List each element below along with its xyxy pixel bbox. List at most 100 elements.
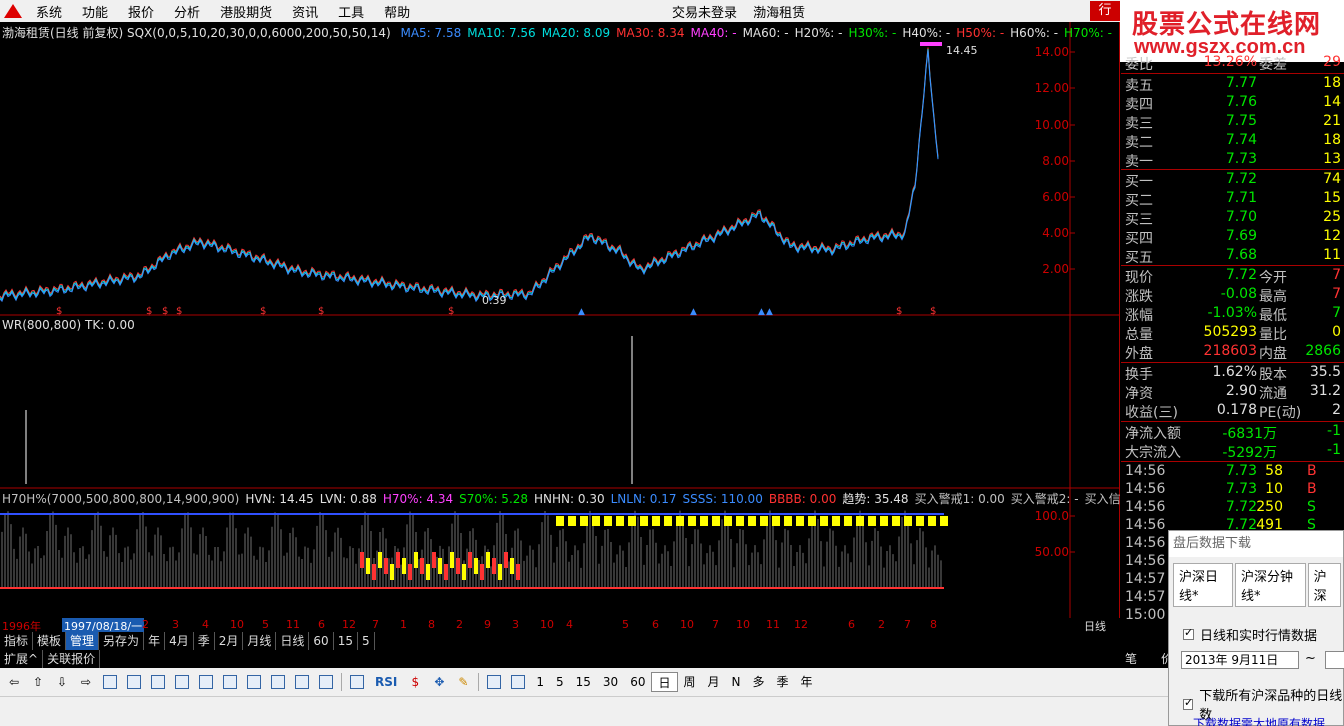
period-quarter-button[interactable]: 季 bbox=[771, 672, 795, 692]
tab-save-as[interactable]: 另存为 bbox=[99, 632, 145, 650]
quote-button[interactable]: 行 bbox=[1090, 1, 1120, 21]
tick-side: S bbox=[1307, 499, 1316, 515]
tab-monthly[interactable]: 月线 bbox=[243, 632, 277, 650]
rsi-button[interactable]: RSI bbox=[369, 672, 403, 692]
table-icon[interactable] bbox=[123, 672, 145, 692]
bid-row[interactable]: 买二 7.71 15 bbox=[1121, 190, 1344, 209]
checkbox-icon[interactable] bbox=[1183, 626, 1194, 640]
stat-row[interactable]: 总量 505293 量比 0 bbox=[1121, 324, 1344, 343]
period-1-button[interactable]: 1 bbox=[530, 672, 550, 692]
menu-analysis[interactable]: 分析 bbox=[164, 2, 210, 21]
tick-row[interactable]: 14:56 7.73 58 B bbox=[1121, 463, 1344, 482]
tab-60[interactable]: 60 bbox=[309, 632, 334, 650]
period-week-button[interactable]: 周 bbox=[678, 672, 702, 692]
tab-4month[interactable]: 4月 bbox=[165, 632, 194, 650]
flow-row[interactable]: 大宗流入 -5292万 -1 bbox=[1121, 442, 1344, 461]
circle-icon[interactable] bbox=[315, 672, 337, 692]
download-info-link[interactable]: 下载数据需太地原有数据 bbox=[1193, 715, 1325, 726]
tab-15[interactable]: 15 bbox=[334, 632, 358, 650]
price-line bbox=[0, 48, 939, 301]
fundamental-icon[interactable] bbox=[219, 672, 241, 692]
pencil-icon[interactable]: ✎ bbox=[452, 672, 474, 692]
tick-row[interactable]: 14:56 7.73 10 B bbox=[1121, 481, 1344, 500]
menu-function[interactable]: 功能 bbox=[72, 2, 118, 21]
checkbox-icon[interactable] bbox=[1183, 696, 1194, 710]
signal-arrow-marker: ▲ bbox=[766, 307, 773, 317]
period-5-button[interactable]: 5 bbox=[550, 672, 570, 692]
chart-canvas[interactable]: $ $ $ $ $ $ $ $ $▲ ▲ ▲ ▲ bbox=[0, 22, 1120, 618]
period-month-button[interactable]: 月 bbox=[702, 672, 726, 692]
tab-manage[interactable]: 管理 bbox=[66, 632, 100, 650]
menu-tools[interactable]: 工具 bbox=[328, 2, 374, 21]
menu-system[interactable]: 系统 bbox=[26, 2, 72, 21]
ask-row[interactable]: 卖四 7.76 14 bbox=[1121, 94, 1344, 113]
tick-row[interactable]: 14:56 7.72 250 S bbox=[1121, 499, 1344, 518]
dollar-icon[interactable]: $ bbox=[404, 672, 426, 692]
tick-volume: 250 bbox=[1256, 499, 1283, 515]
tab-year[interactable]: 年 bbox=[144, 632, 166, 650]
bid-row[interactable]: 买五 7.68 11 bbox=[1121, 247, 1344, 266]
stats-icon[interactable] bbox=[291, 672, 313, 692]
move-icon[interactable]: ✥ bbox=[428, 672, 450, 692]
menu-info[interactable]: 资讯 bbox=[282, 2, 328, 21]
period-60-button[interactable]: 60 bbox=[624, 672, 651, 692]
ask-row[interactable]: 卖三 7.75 21 bbox=[1121, 113, 1344, 132]
stat-row[interactable]: 外盘 218603 内盘 2866 bbox=[1121, 343, 1344, 362]
daily-data-checkbox[interactable]: 日线和实时行情数据 bbox=[1183, 625, 1317, 644]
f12-icon[interactable] bbox=[267, 672, 289, 692]
dialog-tab-minute[interactable]: 沪深分钟线* bbox=[1235, 563, 1306, 607]
chart-area[interactable]: $ $ $ $ $ $ $ $ $ ▲ ▲ ▲ ▲ 渤海租赁(日线 前复权) SQX(0,0,5,10,… bbox=[0, 22, 1167, 618]
tab-trades[interactable]: 笔 bbox=[1125, 650, 1137, 667]
toolbar: ⇦ ⇧ ⇩ ⇨ RSI $ ✥ ✎ 1 5 15 30 60 日 周 月 N 多… bbox=[0, 668, 1344, 696]
period-year-button[interactable]: 年 bbox=[795, 672, 819, 692]
tab-related-quote[interactable]: 关联报价 bbox=[43, 650, 101, 668]
period-n-button[interactable]: N bbox=[726, 672, 747, 692]
tab-2month[interactable]: 2月 bbox=[215, 632, 244, 650]
menu-hk-futures[interactable]: 港股期货 bbox=[210, 2, 282, 21]
period-30-button[interactable]: 30 bbox=[597, 672, 624, 692]
tab-quarter[interactable]: 季 bbox=[194, 632, 215, 650]
flow-row[interactable]: 净流入额 -6831万 -1 bbox=[1121, 423, 1344, 442]
stat-row[interactable]: 涨跌 -0.08 最高 7 bbox=[1121, 286, 1344, 305]
period-day-button[interactable]: 日 bbox=[651, 672, 678, 692]
arrow-up-icon[interactable]: ⇧ bbox=[27, 672, 49, 692]
tab-indicator[interactable]: 指标 bbox=[0, 632, 34, 650]
period-15-button[interactable]: 15 bbox=[570, 672, 597, 692]
tab-template[interactable]: 模板 bbox=[33, 632, 67, 650]
end-date-input[interactable] bbox=[1325, 651, 1344, 669]
compare-icon[interactable] bbox=[243, 672, 265, 692]
ask-row[interactable]: 卖一 7.73 13 bbox=[1121, 151, 1344, 170]
signal-dollar-marker: $ bbox=[162, 306, 168, 317]
stat-row[interactable]: 涨幅 -1.03% 最低 7 bbox=[1121, 305, 1344, 324]
login-status[interactable]: 交易未登录 bbox=[672, 6, 737, 21]
stat-row[interactable]: 现价 7.72 今开 7 bbox=[1121, 267, 1344, 286]
tab-expand[interactable]: 扩展^ bbox=[0, 650, 44, 668]
ask-row[interactable]: 卖二 7.74 18 bbox=[1121, 132, 1344, 151]
bid-row[interactable]: 买四 7.69 12 bbox=[1121, 228, 1344, 247]
bid-row[interactable]: 买一 7.72 74 bbox=[1121, 171, 1344, 190]
dialog-tab-daily[interactable]: 沪深日线* bbox=[1173, 563, 1233, 607]
stat-row[interactable]: 收益(三) 0.178 PE(动) 2 bbox=[1121, 402, 1344, 421]
date-label: 3 bbox=[512, 618, 519, 631]
candle-icon[interactable] bbox=[171, 672, 193, 692]
grid-icon[interactable] bbox=[99, 672, 121, 692]
f10-icon[interactable] bbox=[195, 672, 217, 692]
line-chart-icon[interactable] bbox=[147, 672, 169, 692]
dialog-tab-other[interactable]: 沪深 bbox=[1307, 563, 1341, 607]
stat-row[interactable]: 换手 1.62% 股本 35.5 bbox=[1121, 364, 1344, 383]
arrow-left-icon[interactable]: ⇦ bbox=[3, 672, 25, 692]
bid-row[interactable]: 买三 7.70 25 bbox=[1121, 209, 1344, 228]
period-multi-button[interactable]: 多 bbox=[747, 672, 771, 692]
wave-icon[interactable] bbox=[346, 672, 368, 692]
arrow-right-icon[interactable]: ⇨ bbox=[75, 672, 97, 692]
refresh-icon[interactable] bbox=[507, 672, 529, 692]
tab-daily[interactable]: 日线 bbox=[276, 632, 310, 650]
ask-row[interactable]: 卖五 7.77 18 bbox=[1121, 75, 1344, 94]
tab-5[interactable]: 5 bbox=[358, 632, 375, 650]
menu-help[interactable]: 帮助 bbox=[374, 2, 420, 21]
stat-row[interactable]: 净资 2.90 流通 31.2 bbox=[1121, 383, 1344, 402]
start-date-input[interactable]: 2013年 9月11日 bbox=[1181, 651, 1299, 669]
arrow-down-icon[interactable]: ⇩ bbox=[51, 672, 73, 692]
f5-icon[interactable] bbox=[483, 672, 505, 692]
menu-quote[interactable]: 报价 bbox=[118, 2, 164, 21]
